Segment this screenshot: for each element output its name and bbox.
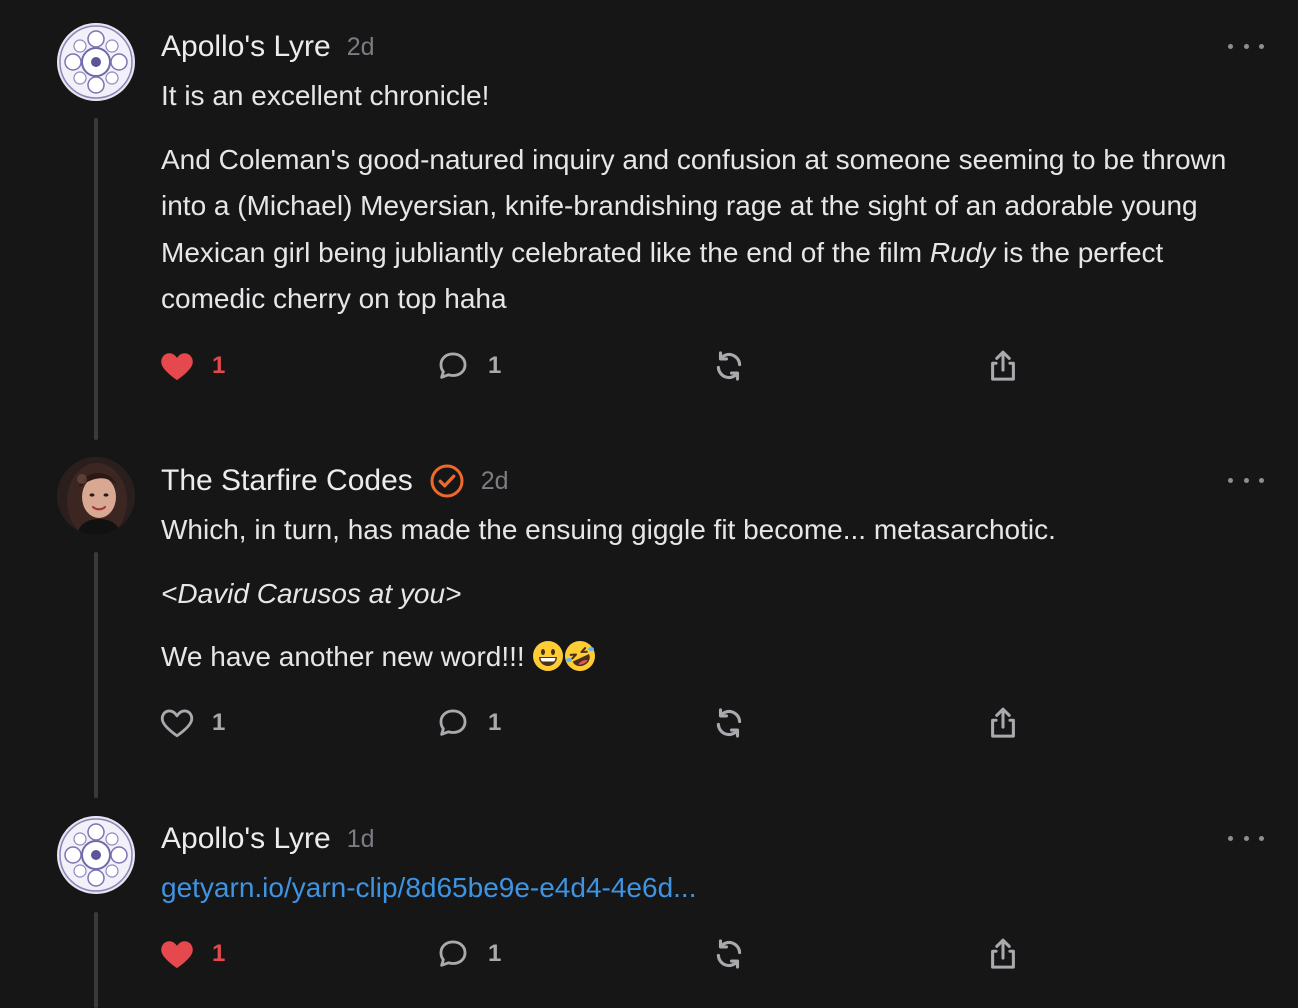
verified-badge-icon: [430, 464, 464, 498]
heart-filled-icon: [161, 353, 193, 381]
verified-badge: [429, 463, 465, 499]
avatar[interactable]: [57, 23, 135, 101]
comment-bubble-icon: [439, 940, 467, 967]
more-dots-icon[interactable]: [1228, 828, 1264, 848]
like-button[interactable]: 1: [160, 703, 225, 743]
comment-text: We have another new word!!!: [161, 634, 1271, 681]
reply-button[interactable]: 1: [436, 703, 501, 743]
like-button[interactable]: 1: [160, 346, 225, 386]
restack-icon: [716, 708, 742, 738]
avatar[interactable]: [57, 816, 135, 894]
restack-button[interactable]: [712, 934, 746, 974]
share-icon: [991, 707, 1015, 738]
timestamp[interactable]: 2d: [481, 467, 509, 496]
like-button[interactable]: 1: [160, 934, 225, 974]
share-button[interactable]: [986, 703, 1020, 743]
author-name[interactable]: Apollo's Lyre: [161, 30, 331, 64]
reply-count: 1: [488, 940, 502, 967]
comment-body: Which, in turn, has made the ensuing gig…: [161, 507, 1271, 681]
comment-body: It is an excellent chronicle! And Colema…: [161, 73, 1271, 323]
comment-header: Apollo's Lyre 2d: [161, 27, 375, 67]
more-dots-icon[interactable]: [1228, 470, 1264, 490]
avatar[interactable]: [57, 457, 135, 535]
share-button[interactable]: [986, 934, 1020, 974]
comment-text: <David Carusos at you>: [161, 577, 462, 609]
author-name[interactable]: Apollo's Lyre: [161, 822, 331, 856]
reply-button[interactable]: 1: [436, 934, 501, 974]
comment-body: getyarn.io/yarn-clip/8d65be9e-e4d4-4e6d.…: [161, 865, 1271, 912]
grinning-face-emoji-icon: [532, 640, 564, 672]
thread-line: [94, 118, 98, 440]
share-button[interactable]: [986, 346, 1020, 386]
comment-bubble-icon: [439, 709, 467, 736]
restack-button[interactable]: [712, 703, 746, 743]
reply-count: 1: [488, 352, 502, 379]
timestamp[interactable]: 2d: [347, 33, 375, 62]
restack-icon: [716, 939, 742, 969]
author-name[interactable]: The Starfire Codes: [161, 464, 413, 498]
comment-text: getyarn.io/yarn-clip/8d65be9e-e4d4-4e6d.…: [161, 865, 1271, 912]
fractal-avatar-icon: [57, 23, 135, 101]
comment-feed: Apollo's Lyre 2d It is an excellent chro…: [0, 0, 1298, 1008]
comment-text: And Coleman's good-natured inquiry and c…: [161, 143, 1227, 315]
like-count: 1: [212, 352, 226, 379]
comment-actions: 1 1: [160, 703, 1040, 743]
share-icon: [991, 350, 1015, 381]
like-count: 1: [212, 940, 226, 967]
heart-filled-icon: [161, 941, 193, 969]
heart-outline-icon: [160, 709, 194, 738]
restack-icon: [716, 351, 742, 381]
reply-button[interactable]: 1: [436, 346, 501, 386]
yarn-clip-link[interactable]: getyarn.io/yarn-clip/8d65be9e-e4d4-4e6d.…: [161, 872, 696, 903]
reply-count: 1: [488, 709, 502, 736]
share-icon: [991, 938, 1015, 969]
rofl-emoji-icon: [564, 640, 596, 672]
profile-photo-icon: [57, 457, 135, 535]
comment-bubble-icon: [439, 352, 467, 379]
thread-line: [94, 552, 98, 798]
thread-line: [94, 912, 98, 1008]
fractal-avatar-icon: [57, 816, 135, 894]
comment-text: Which, in turn, has made the ensuing gig…: [161, 514, 1056, 545]
like-count: 1: [212, 709, 226, 736]
comment-text: It is an excellent chronicle!: [161, 80, 490, 111]
comment-header: The Starfire Codes 2d: [161, 461, 509, 501]
timestamp[interactable]: 1d: [347, 825, 375, 854]
more-dots-icon[interactable]: [1228, 36, 1264, 56]
restack-button[interactable]: [712, 346, 746, 386]
comment-actions: 1 1: [160, 934, 1040, 974]
comment-actions: 1 1: [160, 346, 1040, 386]
comment-header: Apollo's Lyre 1d: [161, 819, 375, 859]
